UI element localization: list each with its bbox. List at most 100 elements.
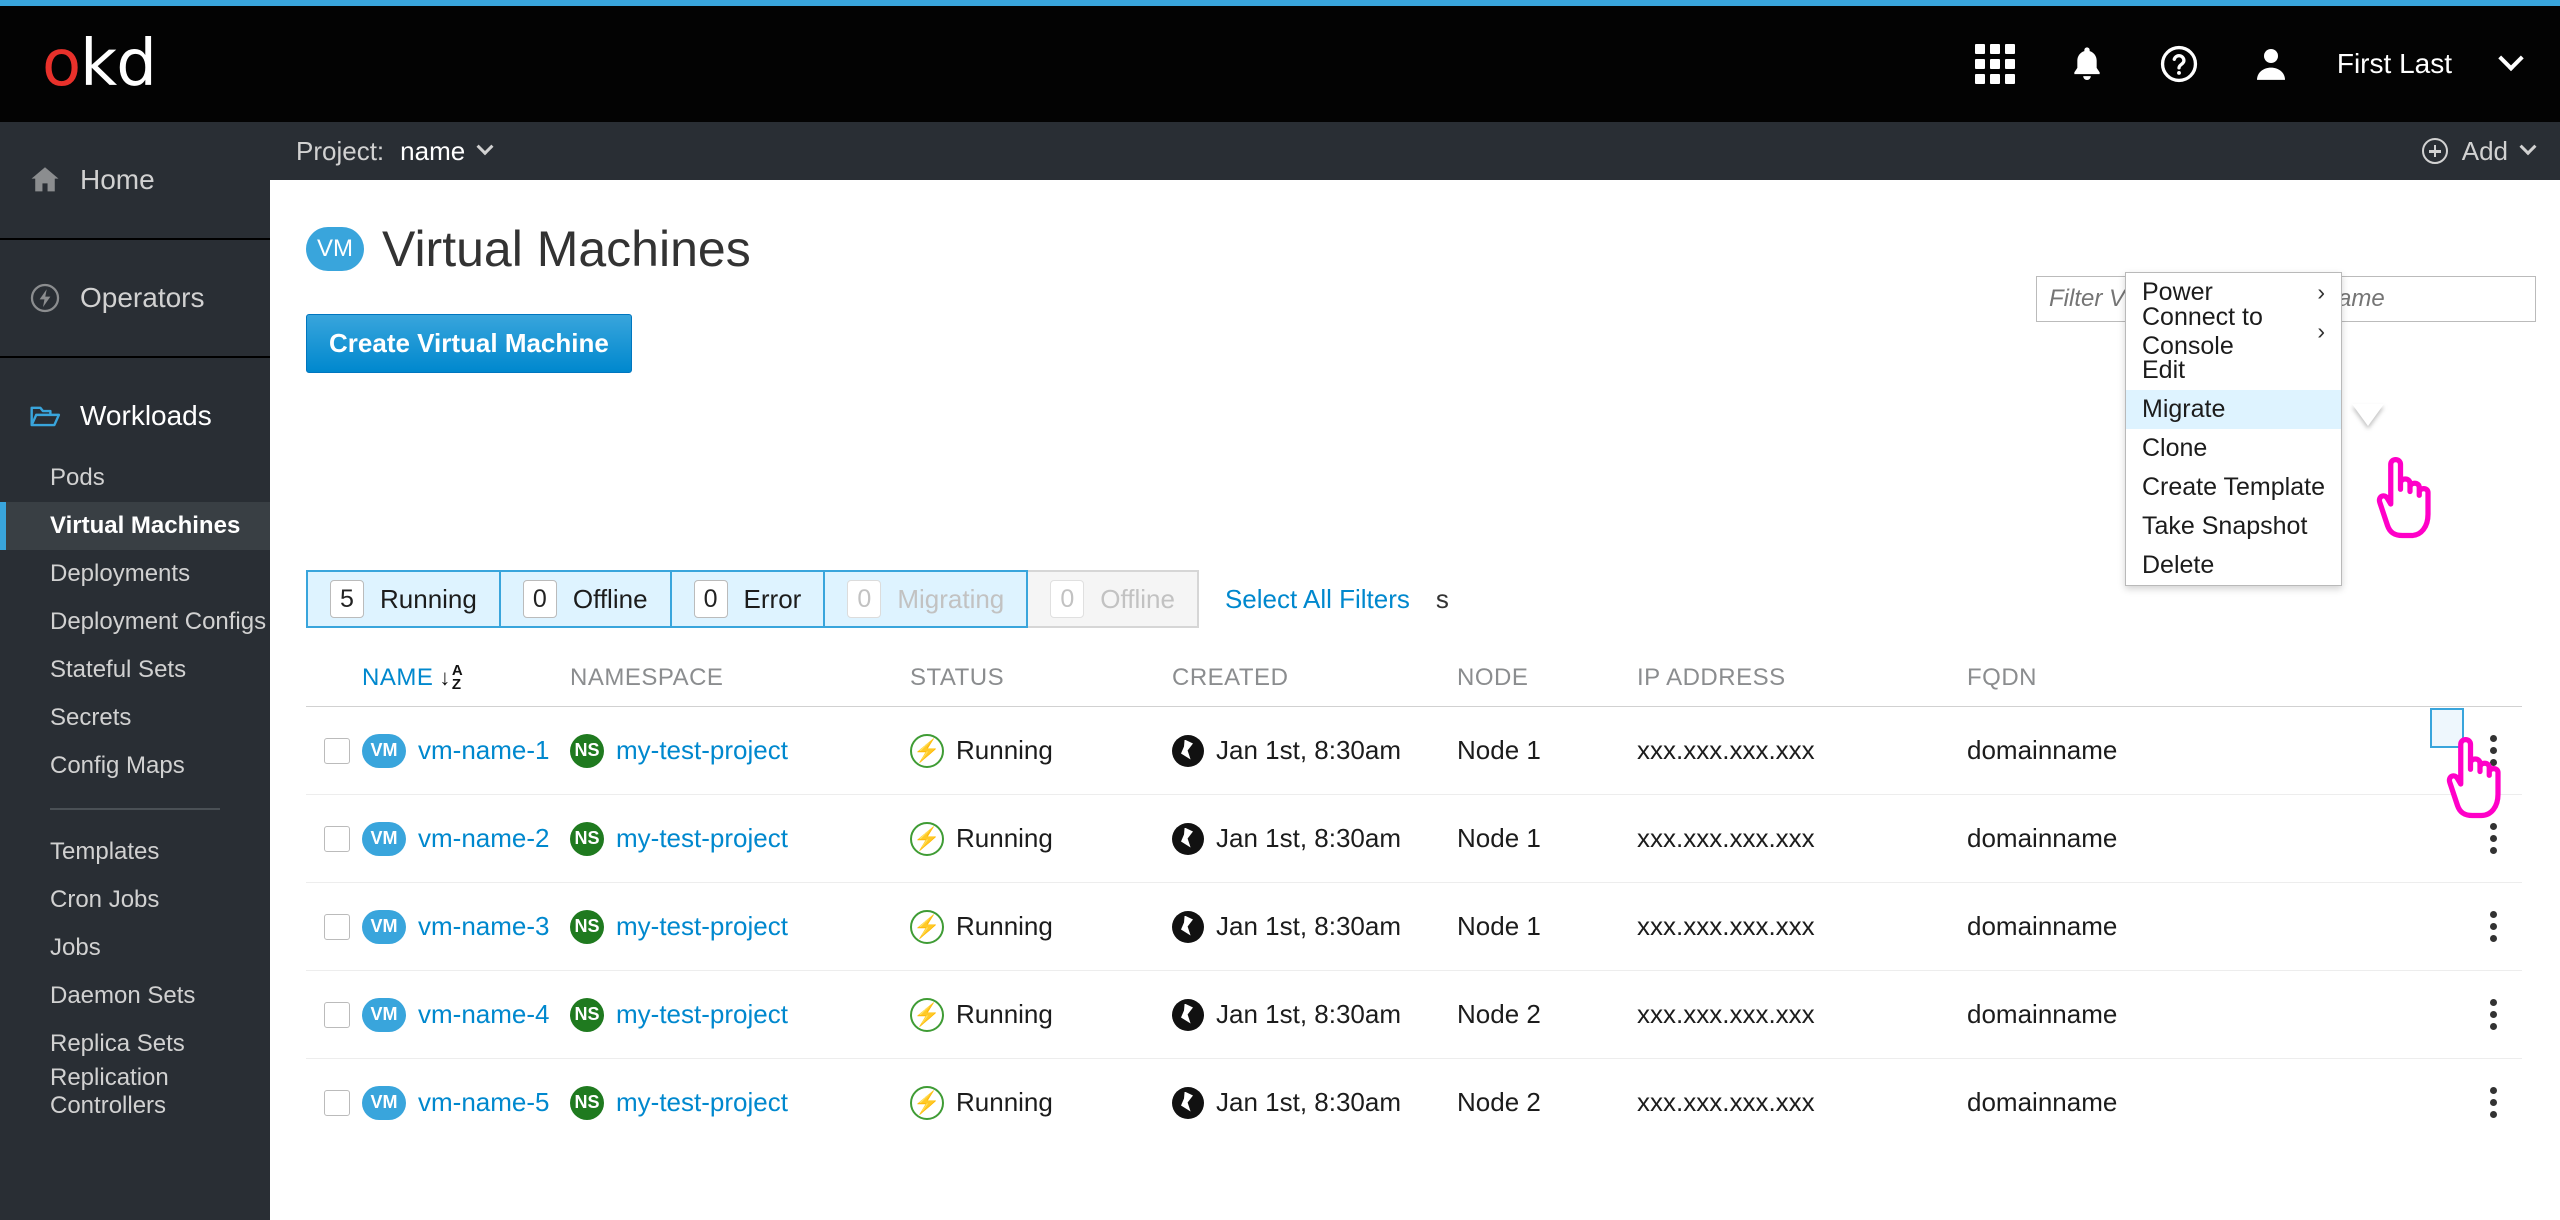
column-header-fqdn[interactable]: FQDN [1967, 664, 2267, 692]
vm-resource-badge-icon: VM [362, 998, 406, 1032]
sidebar-item-daemon-sets[interactable]: Daemon Sets [0, 972, 270, 1020]
row-actions-kebab-icon[interactable] [2488, 1087, 2498, 1118]
apps-grid-icon[interactable] [1967, 36, 2023, 92]
sidebar-item-jobs[interactable]: Jobs [0, 924, 270, 972]
column-header-ip-address[interactable]: IP ADDRESS [1637, 664, 1967, 692]
column-header-name[interactable]: NAME ↓AZ [362, 664, 570, 693]
sidebar-item-pods[interactable]: Pods [0, 454, 270, 502]
menu-item-clone[interactable]: Clone [2126, 429, 2341, 468]
username-label[interactable]: First Last [2335, 48, 2452, 80]
column-header-status[interactable]: STATUS [910, 664, 1172, 692]
sidebar-item-secrets[interactable]: Secrets [0, 694, 270, 742]
add-button[interactable]: Add [2422, 136, 2534, 167]
vm-name-link[interactable]: vm-name-4 [418, 999, 549, 1030]
vm-name-link[interactable]: vm-name-2 [418, 823, 549, 854]
status-running-icon: ⚡ [910, 1086, 944, 1120]
project-selector[interactable]: name [400, 136, 465, 167]
row-checkbox[interactable] [324, 738, 350, 764]
table-row[interactable]: VMvm-name-1NSmy-test-project⚡RunningJan … [306, 706, 2522, 794]
vm-resource-badge-icon: VM [362, 910, 406, 944]
row-checkbox[interactable] [324, 826, 350, 852]
filter-chip-running[interactable]: 5 Running [306, 570, 501, 628]
user-avatar-icon[interactable] [2243, 36, 2299, 92]
plus-circle-icon [2422, 138, 2448, 164]
vm-name-link[interactable]: vm-name-1 [418, 735, 549, 766]
vm-resource-badge: VM [306, 227, 364, 271]
namespace-resource-badge-icon: NS [570, 1086, 604, 1120]
status-text: Running [956, 1087, 1053, 1118]
row-checkbox[interactable] [324, 1002, 350, 1028]
created-globe-icon [1172, 1087, 1204, 1119]
created-globe-icon [1172, 735, 1204, 767]
namespace-link[interactable]: my-test-project [616, 1087, 788, 1118]
bell-icon[interactable] [2059, 36, 2115, 92]
sidebar-item-replica-sets[interactable]: Replica Sets [0, 1020, 270, 1068]
filter-chip-offline-label: Offline [573, 584, 648, 615]
filter-chip-offline-count: 0 [523, 580, 557, 618]
sidebar-item-cron-jobs[interactable]: Cron Jobs [0, 876, 270, 924]
column-header-namespace[interactable]: NAMESPACE [570, 664, 910, 692]
menu-item-create-template[interactable]: Create Template [2126, 468, 2341, 507]
table-row[interactable]: VMvm-name-4NSmy-test-project⚡RunningJan … [306, 970, 2522, 1058]
sidebar-item-home[interactable]: Home [0, 148, 270, 212]
create-virtual-machine-button[interactable]: Create Virtual Machine [306, 314, 632, 373]
menu-item-label: Delete [2142, 551, 2214, 580]
row-actions-kebab-icon[interactable] [2488, 911, 2498, 942]
column-header-node[interactable]: NODE [1457, 664, 1637, 692]
row-checkbox[interactable] [324, 1090, 350, 1116]
sidebar-item-replication-controllers-label: Replication Controllers [50, 1064, 270, 1120]
filter-chip-running-count: 5 [330, 580, 364, 618]
select-all-filters-link[interactable]: Select All Filters [1199, 570, 1436, 628]
help-icon[interactable] [2151, 36, 2207, 92]
vm-actions-dropdown-menu: Power›Connect to Console›EditMigrateClon… [2125, 272, 2342, 586]
table-row[interactable]: VMvm-name-3NSmy-test-project⚡RunningJan … [306, 882, 2522, 970]
table-row[interactable]: VMvm-name-5NSmy-test-project⚡RunningJan … [306, 1058, 2522, 1146]
sidebar-item-templates[interactable]: Templates [0, 828, 270, 876]
menu-item-migrate[interactable]: Migrate [2126, 390, 2341, 429]
workloads-sublist: Pods Virtual Machines Deployments Deploy… [0, 448, 270, 1116]
created-text: Jan 1st, 8:30am [1216, 911, 1401, 942]
filter-chip-migrating-label: Migrating [897, 584, 1004, 615]
sidebar-item-deployment-configs[interactable]: Deployment Configs [0, 598, 270, 646]
row-actions-kebab-icon[interactable] [2488, 823, 2498, 854]
sidebar-item-replication-controllers[interactable]: Replication Controllers [0, 1068, 270, 1116]
sidebar-item-config-maps[interactable]: Config Maps [0, 742, 270, 790]
sidebar-item-stateful-sets[interactable]: Stateful Sets [0, 646, 270, 694]
menu-item-take-snapshot[interactable]: Take Snapshot [2126, 507, 2341, 546]
created-text: Jan 1st, 8:30am [1216, 735, 1401, 766]
table-row[interactable]: VMvm-name-2NSmy-test-project⚡RunningJan … [306, 794, 2522, 882]
ip-address-text: xxx.xxx.xxx.xxx [1637, 823, 1815, 854]
menu-item-connect-to-console[interactable]: Connect to Console› [2126, 312, 2341, 351]
submenu-chevron-right-icon: › [2317, 318, 2325, 345]
fqdn-text: domainname [1967, 999, 2117, 1030]
row-checkbox[interactable] [324, 914, 350, 940]
okd-logo[interactable]: okd [42, 32, 156, 96]
fqdn-text: domainname [1967, 735, 2117, 766]
user-menu-chevron-down-icon[interactable] [2498, 46, 2523, 71]
sidebar-item-operators[interactable]: Operators [0, 266, 270, 330]
hand-cursor-on-migrate [2360, 450, 2440, 546]
sidebar-item-virtual-machines[interactable]: Virtual Machines [0, 502, 270, 550]
namespace-resource-badge-icon: NS [570, 998, 604, 1032]
created-text: Jan 1st, 8:30am [1216, 999, 1401, 1030]
namespace-link[interactable]: my-test-project [616, 911, 788, 942]
namespace-link[interactable]: my-test-project [616, 823, 788, 854]
sidebar-item-workloads[interactable]: Workloads [0, 384, 270, 448]
created-text: Jan 1st, 8:30am [1216, 823, 1401, 854]
namespace-link[interactable]: my-test-project [616, 999, 788, 1030]
vm-resource-badge-icon: VM [362, 1086, 406, 1120]
namespace-link[interactable]: my-test-project [616, 735, 788, 766]
menu-item-label: Edit [2142, 356, 2185, 385]
sidebar-item-deployments[interactable]: Deployments [0, 550, 270, 598]
created-globe-icon [1172, 999, 1204, 1031]
project-chevron-down-icon[interactable] [477, 138, 494, 155]
ip-address-text: xxx.xxx.xxx.xxx [1637, 1087, 1815, 1118]
vm-name-link[interactable]: vm-name-5 [418, 1087, 549, 1118]
filter-chip-error[interactable]: 0 Error [672, 570, 826, 628]
row-actions-kebab-icon[interactable] [2488, 999, 2498, 1030]
menu-item-delete[interactable]: Delete [2126, 546, 2341, 585]
filter-chip-offline[interactable]: 0 Offline [501, 570, 672, 628]
vm-name-link[interactable]: vm-name-3 [418, 911, 549, 942]
column-header-created[interactable]: CREATED [1172, 664, 1457, 692]
fqdn-text: domainname [1967, 823, 2117, 854]
